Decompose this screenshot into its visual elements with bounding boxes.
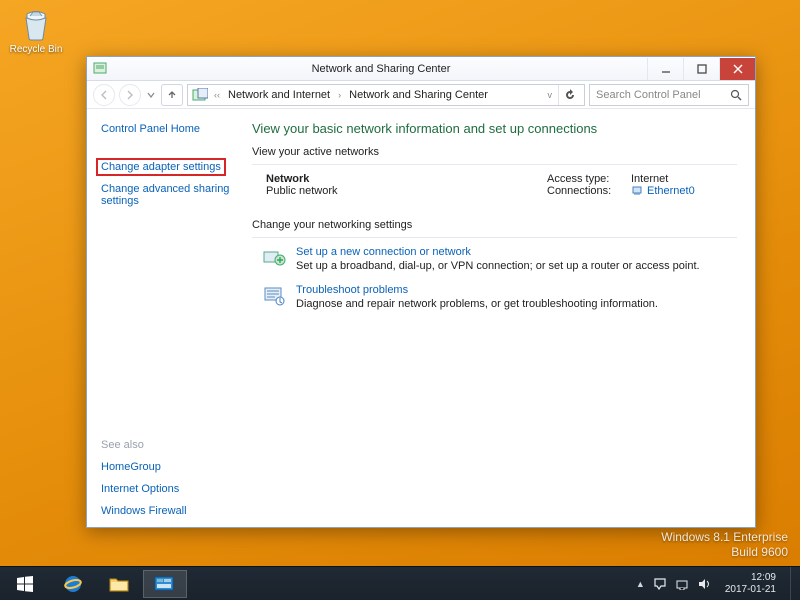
main-content: View your basic network information and …	[242, 109, 755, 527]
maximize-button[interactable]	[683, 58, 719, 80]
sidebar: Control Panel Home Change adapter settin…	[87, 109, 242, 527]
window-icon	[91, 60, 109, 78]
taskbar-control-panel[interactable]	[143, 570, 187, 598]
volume-icon[interactable]	[697, 578, 711, 590]
minimize-button[interactable]	[647, 58, 683, 80]
nav-up-button[interactable]	[161, 84, 183, 106]
item-troubleshoot: Troubleshoot problems Diagnose and repai…	[262, 284, 737, 310]
nav-back-button[interactable]	[93, 84, 115, 106]
desktop-recycle-bin[interactable]: Recycle Bin	[6, 6, 66, 55]
tray-chevron-up-icon[interactable]: ▲	[636, 579, 645, 589]
breadcrumb-network-sharing[interactable]: Network and Sharing Center	[347, 89, 490, 101]
search-icon	[730, 89, 742, 101]
window-title: Network and Sharing Center	[115, 63, 647, 75]
troubleshoot-icon	[262, 284, 286, 308]
titlebar: Network and Sharing Center	[87, 57, 755, 81]
sidebar-windows-firewall[interactable]: Windows Firewall	[101, 505, 232, 517]
connections-label: Connections:	[547, 185, 625, 197]
system-tray: ▲ 12:09 2017-01-21	[628, 567, 800, 600]
sidebar-internet-options[interactable]: Internet Options	[101, 483, 232, 495]
chevron-right-icon: ‹‹	[212, 90, 222, 100]
recycle-bin-icon	[18, 6, 54, 42]
nav-forward-button[interactable]	[119, 84, 141, 106]
control-panel-icon	[192, 88, 208, 102]
watermark-line2: Build 9600	[661, 545, 788, 560]
desktop-watermark: Windows 8.1 Enterprise Build 9600	[661, 530, 788, 560]
tray-clock[interactable]: 12:09 2017-01-21	[719, 572, 782, 596]
see-also-heading: See also	[101, 439, 232, 451]
navigation-bar: ‹‹ Network and Internet › Network and Sh…	[87, 81, 755, 109]
link-troubleshoot[interactable]: Troubleshoot problems	[296, 284, 408, 296]
breadcrumb-network-internet[interactable]: Network and Internet	[226, 89, 332, 101]
chevron-right-icon: ›	[336, 90, 343, 100]
start-button[interactable]	[0, 567, 50, 600]
desc-setup-connection: Set up a broadband, dial-up, or VPN conn…	[296, 260, 700, 272]
connection-name: Ethernet0	[647, 185, 695, 197]
show-desktop-button[interactable]	[790, 567, 798, 600]
search-placeholder: Search Control Panel	[596, 89, 730, 101]
control-panel-taskbar-icon	[154, 575, 176, 593]
sidebar-change-advanced-sharing[interactable]: Change advanced sharing settings	[101, 183, 232, 207]
refresh-button[interactable]	[558, 85, 580, 105]
active-network-row: Network Public network Access type: Inte…	[252, 173, 737, 197]
clock-time: 12:09	[725, 572, 776, 584]
link-setup-connection[interactable]: Set up a new connection or network	[296, 246, 471, 258]
network-type: Public network	[266, 185, 537, 197]
control-panel-window: Network and Sharing Center ‹‹ Network an…	[86, 56, 756, 528]
desc-troubleshoot: Diagnose and repair network problems, or…	[296, 298, 658, 310]
taskbar-ie[interactable]	[51, 570, 95, 598]
ethernet-icon	[631, 185, 643, 197]
access-type-label: Access type:	[547, 173, 625, 185]
sidebar-control-panel-home[interactable]: Control Panel Home	[101, 123, 232, 135]
network-name: Network	[266, 173, 537, 185]
taskbar: ▲ 12:09 2017-01-21	[0, 566, 800, 600]
address-bar[interactable]: ‹‹ Network and Internet › Network and Sh…	[187, 84, 585, 106]
item-setup-connection: Set up a new connection or network Set u…	[262, 246, 737, 272]
watermark-line1: Windows 8.1 Enterprise	[661, 530, 788, 545]
label-change-settings: Change your networking settings	[252, 219, 737, 231]
action-center-icon[interactable]	[653, 578, 667, 590]
clock-date: 2017-01-21	[725, 584, 776, 596]
setup-connection-icon	[262, 246, 286, 270]
taskbar-explorer[interactable]	[97, 570, 141, 598]
divider	[252, 164, 737, 165]
desktop-recycle-bin-label: Recycle Bin	[6, 44, 66, 55]
page-heading: View your basic network information and …	[252, 121, 737, 136]
access-type-value: Internet	[631, 173, 668, 185]
ie-icon	[62, 573, 84, 595]
sidebar-homegroup[interactable]: HomeGroup	[101, 461, 232, 473]
sidebar-change-adapter-settings[interactable]: Change adapter settings	[101, 161, 232, 173]
label-active-networks: View your active networks	[252, 146, 737, 158]
folder-icon	[108, 574, 130, 594]
search-input[interactable]: Search Control Panel	[589, 84, 749, 106]
close-button[interactable]	[719, 58, 755, 80]
address-dropdown-icon[interactable]: v	[546, 90, 555, 100]
divider	[252, 237, 737, 238]
windows-logo-icon	[15, 574, 35, 594]
connection-link[interactable]: Ethernet0	[631, 185, 695, 197]
network-tray-icon[interactable]	[675, 578, 689, 590]
nav-history-dropdown[interactable]	[145, 84, 157, 106]
